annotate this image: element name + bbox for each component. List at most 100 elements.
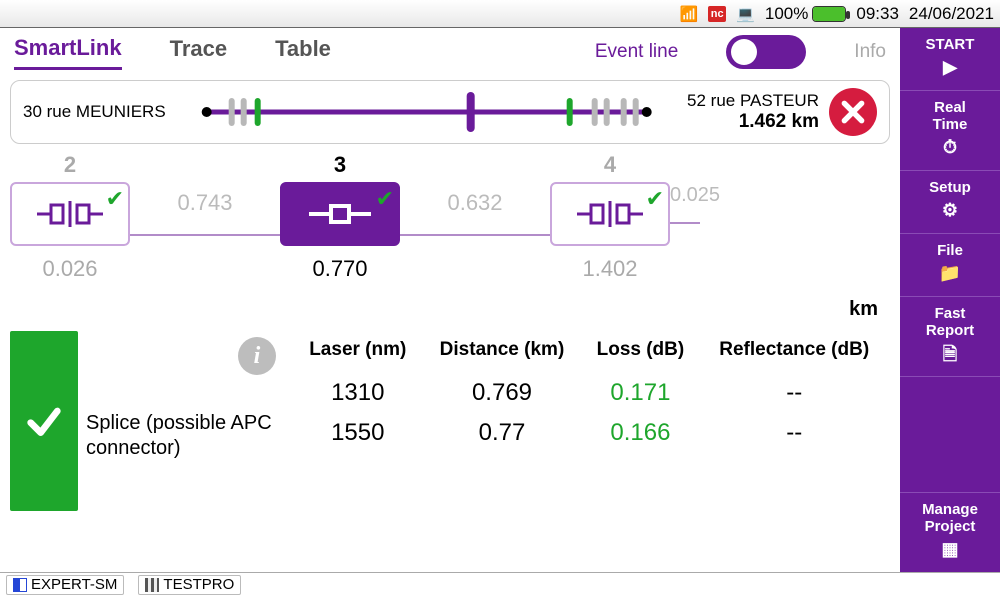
bottom-bar: EXPERT-SM TESTPRO xyxy=(0,572,1000,596)
segment-1-dist: 0.743 xyxy=(177,190,232,216)
start-button[interactable]: START ▶ xyxy=(900,28,1000,91)
file-label: File xyxy=(937,242,963,259)
table-row: 1310 0.769 0.171 -- xyxy=(294,373,890,413)
th-distance: Distance (km) xyxy=(422,331,583,373)
event-3-num: 3 xyxy=(334,152,346,178)
file-button[interactable]: File 📁 xyxy=(900,234,1000,297)
clock: 09:33 xyxy=(856,4,899,24)
info-button[interactable]: i xyxy=(238,337,276,375)
detail-table: Laser (nm) Distance (km) Loss (dB) Refle… xyxy=(294,331,890,511)
report-icon: 🗎 xyxy=(904,344,996,365)
link-overview: 30 rue MEUNIERS xyxy=(10,80,890,144)
overview-svg xyxy=(176,92,677,132)
table-header-row: Laser (nm) Distance (km) Loss (dB) Refle… xyxy=(294,331,890,373)
check-icon: ✔ xyxy=(646,186,664,212)
loc-b-text: 52 rue PASTEUR xyxy=(687,91,819,111)
event-3-dist: 0.770 xyxy=(312,256,367,282)
cell-reflectance: -- xyxy=(698,373,890,413)
segment-1: 0.743 xyxy=(130,152,280,236)
stopwatch-icon: ⏱ xyxy=(904,137,996,158)
segment-3: 0.025 xyxy=(670,152,700,224)
realtime-label: Real Time xyxy=(933,99,968,133)
setup-label: Setup xyxy=(929,179,971,196)
project-tag-a[interactable]: EXPERT-SM xyxy=(6,575,124,595)
check-icon xyxy=(24,401,64,441)
cell-distance: 0.769 xyxy=(422,373,583,413)
manageproject-button[interactable]: Manage Project ▦ xyxy=(900,493,1000,572)
segment-2-dist: 0.632 xyxy=(447,190,502,216)
detail-desc-text: Splice (possible APC connector) xyxy=(86,381,286,461)
tab-smartlink[interactable]: SmartLink xyxy=(14,35,122,70)
event-2[interactable]: 2 ✔ 0.026 xyxy=(10,152,130,282)
cell-reflectance: -- xyxy=(698,413,890,453)
battery-icon xyxy=(812,6,846,22)
event-2-card[interactable]: ✔ xyxy=(10,182,130,246)
check-icon: ✔ xyxy=(106,186,124,212)
tab-trace[interactable]: Trace xyxy=(170,36,228,68)
event-4-card[interactable]: ✔ xyxy=(550,182,670,246)
event-3-card[interactable]: ✔ xyxy=(280,182,400,246)
trace-mini-icon xyxy=(13,578,27,592)
project-a-label: EXPERT-SM xyxy=(31,576,117,593)
segment-2: 0.632 xyxy=(400,152,550,236)
unit-label: km xyxy=(849,298,878,321)
connector-icon xyxy=(35,197,105,231)
close-icon xyxy=(840,99,866,125)
event-2-dist: 0.026 xyxy=(42,256,97,282)
wifi-icon: 📶 xyxy=(680,5,699,23)
cell-laser: 1310 xyxy=(294,373,422,413)
project-b-label: TESTPRO xyxy=(163,576,234,593)
grid-icon: ▦ xyxy=(904,539,996,560)
segment-3-dist: 0.025 xyxy=(670,184,720,207)
status-bar: 📶 nc 💻 100% 09:33 24/06/2021 xyxy=(0,0,1000,28)
realtime-button[interactable]: Real Time ⏱ xyxy=(900,91,1000,171)
overview-track[interactable] xyxy=(176,92,677,132)
play-icon: ▶ xyxy=(904,57,996,78)
event-detail: i Splice (possible APC connector) Laser … xyxy=(10,331,890,511)
fastreport-button[interactable]: Fast Report 🗎 xyxy=(900,297,1000,377)
th-laser: Laser (nm) xyxy=(294,331,422,373)
network-icon: 💻 xyxy=(736,5,755,23)
splice-icon xyxy=(305,200,375,228)
tab-table[interactable]: Table xyxy=(275,36,331,68)
cell-loss: 0.171 xyxy=(582,373,698,413)
event-4-dist: 1.402 xyxy=(582,256,637,282)
project-tag-b[interactable]: TESTPRO xyxy=(138,575,241,595)
event-4[interactable]: 4 ✔ 1.402 xyxy=(550,152,670,282)
nc-icon: nc xyxy=(708,6,726,22)
th-reflectance: Reflectance (dB) xyxy=(698,331,890,373)
start-label: START xyxy=(926,36,975,53)
battery-indicator: 100% xyxy=(765,4,846,24)
eventline-toggle[interactable] xyxy=(726,35,806,69)
date: 24/06/2021 xyxy=(909,4,994,24)
event-carousel[interactable]: 2 ✔ 0.026 0. xyxy=(0,152,900,327)
gear-icon: ⚙ xyxy=(904,200,996,221)
fail-indicator[interactable] xyxy=(829,88,877,136)
total-length: 1.462 km xyxy=(687,111,819,133)
event-3[interactable]: 3 ✔ 0.770 xyxy=(280,152,400,282)
loc-b: 52 rue PASTEUR 1.462 km xyxy=(687,91,819,133)
check-icon: ✔ xyxy=(376,186,394,212)
barcode-mini-icon xyxy=(145,578,159,592)
detail-description: i Splice (possible APC connector) xyxy=(86,331,286,511)
fastreport-label: Fast Report xyxy=(926,305,974,339)
table-row: 1550 0.77 0.166 -- xyxy=(294,413,890,453)
detail-status xyxy=(10,331,78,511)
event-2-num: 2 xyxy=(64,152,76,178)
side-toolbar: START ▶ Real Time ⏱ Setup ⚙ File 📁 Fast … xyxy=(900,28,1000,572)
eventline-label: Event line xyxy=(595,41,678,63)
side-spacer xyxy=(900,377,1000,493)
cell-distance: 0.77 xyxy=(422,413,583,453)
setup-button[interactable]: Setup ⚙ xyxy=(900,171,1000,234)
th-loss: Loss (dB) xyxy=(582,331,698,373)
event-4-num: 4 xyxy=(604,152,616,178)
connector-icon xyxy=(575,197,645,231)
cell-loss: 0.166 xyxy=(582,413,698,453)
folder-icon: 📁 xyxy=(904,263,996,284)
info-label: Info xyxy=(854,41,886,63)
battery-pct: 100% xyxy=(765,4,808,24)
manageproject-label: Manage Project xyxy=(922,501,978,535)
view-tabs: SmartLink Trace Table Event line Info xyxy=(0,28,900,76)
cell-laser: 1550 xyxy=(294,413,422,453)
loc-a: 30 rue MEUNIERS xyxy=(23,102,166,122)
